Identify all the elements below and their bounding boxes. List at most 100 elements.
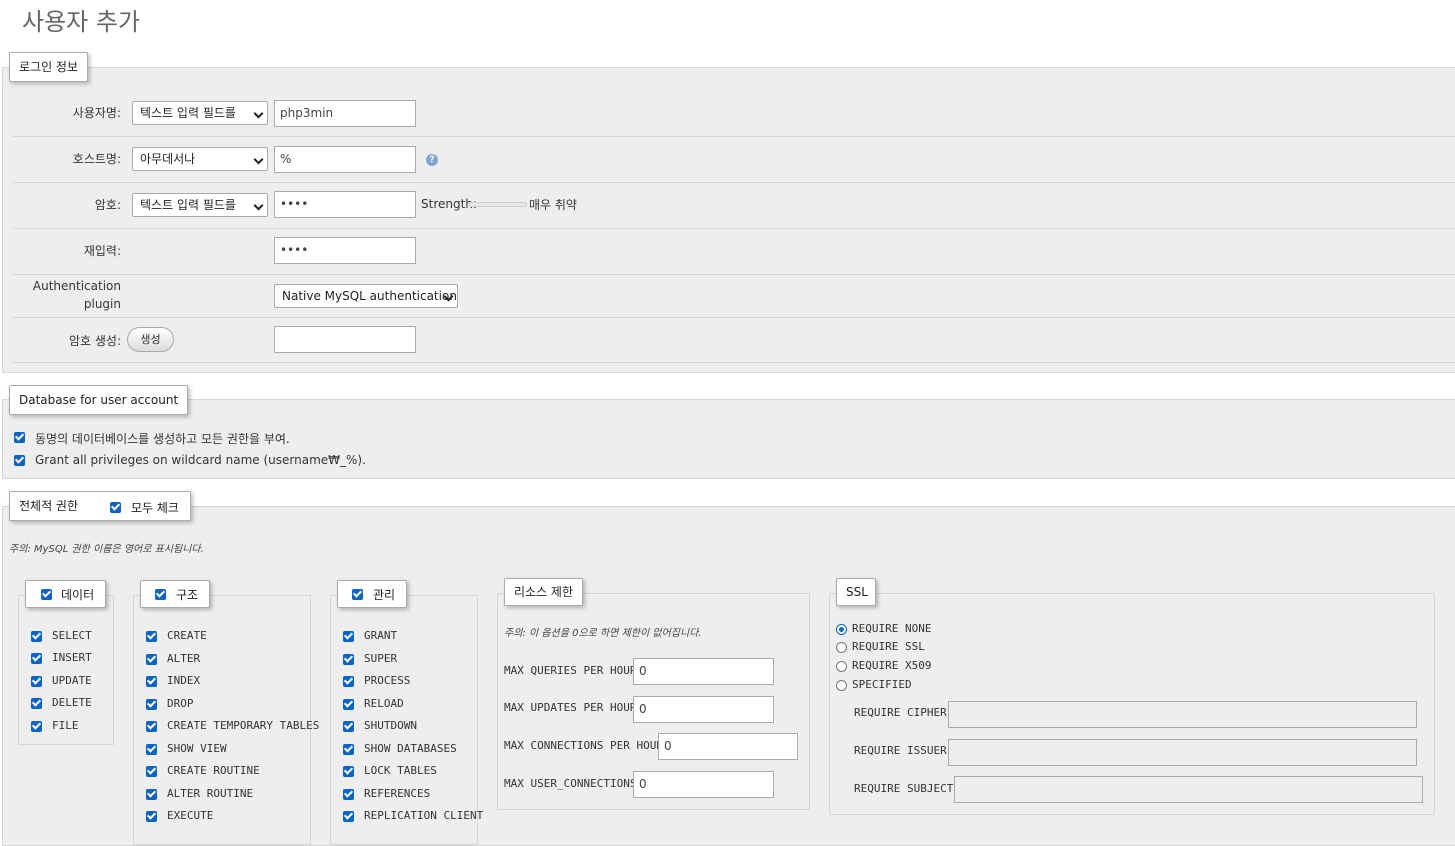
auth-plugin-label-line1: Authentication <box>32 279 121 293</box>
admin-privilege-checkbox[interactable] <box>343 698 354 710</box>
specified-radio[interactable] <box>836 680 847 691</box>
check-all-label[interactable]: 모두 체크 <box>131 499 179 516</box>
chevron-down-icon <box>253 200 264 211</box>
auth-plugin-label: Authentication plugin <box>20 277 121 313</box>
strength-text: 매우 취약 <box>529 198 577 212</box>
structure-privilege-label: EXECUTE <box>167 809 214 822</box>
structure-privileges-legend <box>140 580 210 608</box>
data-privilege-checkbox[interactable] <box>31 631 42 642</box>
create-db-checkbox[interactable] <box>14 432 25 443</box>
admin-privilege-label: GRANT <box>364 629 398 642</box>
strength-meter <box>469 202 527 207</box>
structure-privilege-label: ALTER ROUTINE <box>167 786 254 800</box>
require-cipher-label: REQUIRE CIPHER <box>854 706 947 719</box>
structure-privilege-label: CREATE <box>167 629 207 642</box>
structure-group-checkbox[interactable] <box>155 589 166 600</box>
structure-privilege-checkbox[interactable] <box>146 631 157 642</box>
require-none-label: REQUIRE NONE <box>852 622 932 635</box>
data-privilege-checkbox[interactable] <box>31 675 42 687</box>
host-type-select[interactable]: 아무데서나 <box>132 147 268 171</box>
structure-privilege-checkbox[interactable] <box>146 788 157 800</box>
retype-label: 재입력: <box>83 244 121 258</box>
require-none-radio[interactable] <box>836 624 847 635</box>
generated-password-input[interactable] <box>274 326 416 353</box>
admin-privilege-label: SUPER <box>364 651 398 665</box>
admin-privileges-legend <box>337 580 407 608</box>
data-privilege-checkbox[interactable] <box>31 720 42 732</box>
help-icon[interactable]: ? <box>426 154 438 166</box>
structure-privilege-label: SHOW VIEW <box>167 741 227 755</box>
admin-privilege-checkbox[interactable] <box>343 743 354 755</box>
data-privilege-checkbox[interactable] <box>31 698 42 710</box>
wildcard-grant-checkbox[interactable] <box>14 455 25 466</box>
admin-privilege-label: SHUTDOWN <box>364 719 417 732</box>
admin-privilege-checkbox[interactable] <box>343 788 354 800</box>
global-privileges-note: 주의: MySQL 권한 이름은 영어로 표시됩니다. <box>9 544 204 555</box>
require-ssl-label: REQUIRE SSL <box>852 640 925 653</box>
structure-privilege-checkbox[interactable] <box>146 743 157 755</box>
retype-input[interactable]: •••• <box>274 237 416 264</box>
generate-password-label: 암호 생성: <box>68 334 121 348</box>
max-user-connections-label: MAX USER_CONNECTIONS <box>504 777 637 790</box>
admin-privilege-checkbox[interactable] <box>343 631 354 642</box>
require-x509-radio[interactable] <box>836 661 847 672</box>
structure-privilege-checkbox[interactable] <box>146 721 157 732</box>
max-queries-label: MAX QUERIES PER HOUR <box>504 664 637 677</box>
data-group-checkbox[interactable] <box>41 589 52 600</box>
admin-privilege-label: RELOAD <box>364 696 404 710</box>
password-type-select[interactable]: 텍스트 입력 필드를 <box>132 193 268 217</box>
ssl-legend: SSL <box>836 578 876 606</box>
data-privilege-label: FILE <box>52 718 79 732</box>
password-input[interactable]: •••• <box>274 191 416 218</box>
structure-privilege-checkbox[interactable] <box>146 811 157 822</box>
check-all-checkbox[interactable] <box>110 502 121 513</box>
data-privilege-label: SELECT <box>52 629 92 642</box>
host-label: 호스트명: <box>72 152 121 166</box>
data-privilege-label: DELETE <box>52 696 92 710</box>
data-privilege-checkbox[interactable] <box>31 653 42 665</box>
max-user-connections-input[interactable]: 0 <box>633 771 774 798</box>
data-privilege-label: UPDATE <box>52 673 92 687</box>
admin-privilege-label: LOCK TABLES <box>364 764 437 777</box>
admin-privilege-label: REFERENCES <box>364 786 431 800</box>
username-input[interactable]: php3min <box>274 100 416 127</box>
password-label: 암호: <box>94 198 121 212</box>
structure-privilege-label: INDEX <box>167 674 201 687</box>
admin-privilege-checkbox[interactable] <box>343 676 354 687</box>
admin-privilege-checkbox[interactable] <box>343 766 354 777</box>
structure-privilege-checkbox[interactable] <box>146 653 157 665</box>
max-queries-input[interactable]: 0 <box>633 658 774 685</box>
generate-password-button[interactable]: 생성 <box>127 327 174 352</box>
resource-limits-note: 주의: 이 옵션을 0으로 하면 제한이 없어집니다. <box>504 628 702 639</box>
structure-privilege-checkbox[interactable] <box>146 698 157 710</box>
require-issuer-label: REQUIRE ISSUER <box>854 744 947 757</box>
username-label: 사용자명: <box>72 106 121 120</box>
username-type-select[interactable]: 텍스트 입력 필드를 <box>132 101 268 125</box>
max-connections-input[interactable]: 0 <box>658 733 798 760</box>
login-legend: 로그인 정보 <box>9 52 89 82</box>
structure-privilege-label: CREATE ROUTINE <box>167 764 260 777</box>
require-cipher-input[interactable] <box>948 701 1417 728</box>
auth-plugin-select-value: Native MySQL authentication <box>282 289 457 303</box>
admin-privilege-checkbox[interactable] <box>343 721 354 732</box>
host-input[interactable]: % <box>274 146 416 173</box>
max-connections-label: MAX CONNECTIONS PER HOUR <box>504 739 663 752</box>
auth-plugin-select[interactable]: Native MySQL authentication <box>274 284 458 308</box>
admin-group-checkbox[interactable] <box>352 589 363 600</box>
max-updates-input[interactable]: 0 <box>633 696 774 723</box>
structure-privilege-checkbox[interactable] <box>146 676 157 687</box>
structure-privilege-label: ALTER <box>167 651 201 665</box>
require-ssl-radio[interactable] <box>836 642 847 653</box>
require-subject-input[interactable] <box>954 776 1423 803</box>
structure-privilege-checkbox[interactable] <box>146 766 157 777</box>
wildcard-grant-label: Grant all privileges on wildcard name (u… <box>35 453 366 467</box>
resource-limits-legend: 리소스 제한 <box>504 578 584 606</box>
admin-privilege-checkbox[interactable] <box>343 811 354 822</box>
create-db-label: 동명의 데이터베이스를 생성하고 모든 권한을 부여. <box>35 432 290 446</box>
require-issuer-input[interactable] <box>948 739 1417 766</box>
require-subject-label: REQUIRE SUBJECT <box>854 782 954 795</box>
admin-privilege-checkbox[interactable] <box>343 653 354 665</box>
specified-label: SPECIFIED <box>852 678 912 691</box>
structure-privilege-label: DROP <box>167 696 194 710</box>
max-updates-label: MAX UPDATES PER HOUR <box>504 701 637 714</box>
